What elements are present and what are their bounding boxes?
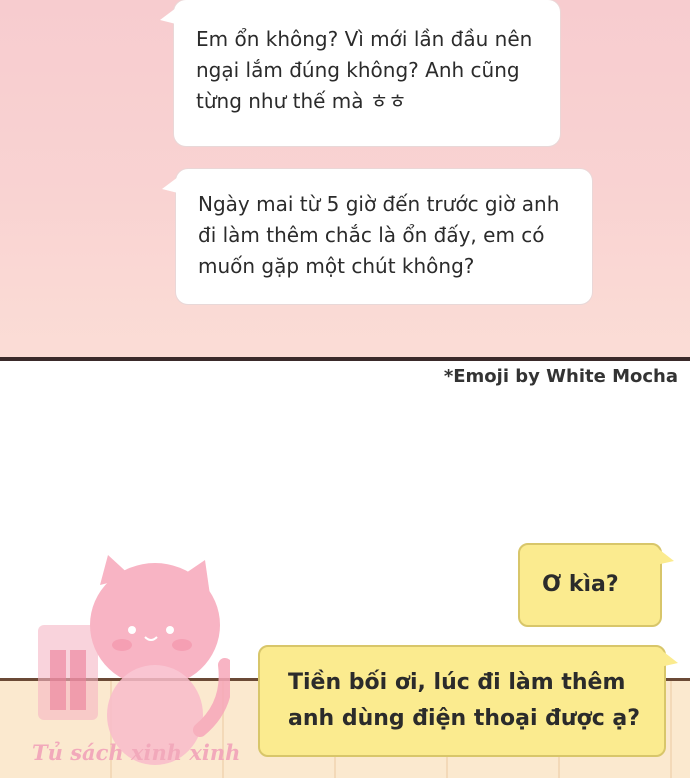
chat-bubble-outgoing-2: Tiền bối ơi, lúc đi làm thêm anh dùng đi…: [258, 645, 678, 757]
panel-divider: [0, 357, 690, 361]
bubble-tail: [160, 8, 176, 24]
bubble-tail: [162, 177, 178, 193]
pink-cat-bookshelf-logo-icon: [38, 555, 230, 765]
emoji-credit: *Emoji by White Mocha: [443, 366, 678, 387]
message-text: Ơ kìa?: [542, 572, 619, 597]
chat-bubble-outgoing-1: Ơ kìa?: [518, 543, 674, 627]
message-text: Em ổn không? Vì mới lần đầu nên ngại lắm…: [196, 27, 533, 113]
message-text: Ngày mai từ 5 giờ đến trước giờ anh đi l…: [198, 192, 560, 278]
message-text: Tiền bối ơi, lúc đi làm thêm anh dùng đi…: [288, 670, 641, 731]
watermark-text: Tủ sách xinh xinh: [32, 740, 241, 765]
bubble-tail: [656, 547, 674, 565]
chat-bubble-incoming-1: Em ổn không? Vì mới lần đầu nên ngại lắm…: [160, 0, 560, 146]
bubble-tail: [660, 649, 678, 667]
chat-bubble-incoming-2: Ngày mai từ 5 giờ đến trước giờ anh đi l…: [162, 169, 592, 304]
